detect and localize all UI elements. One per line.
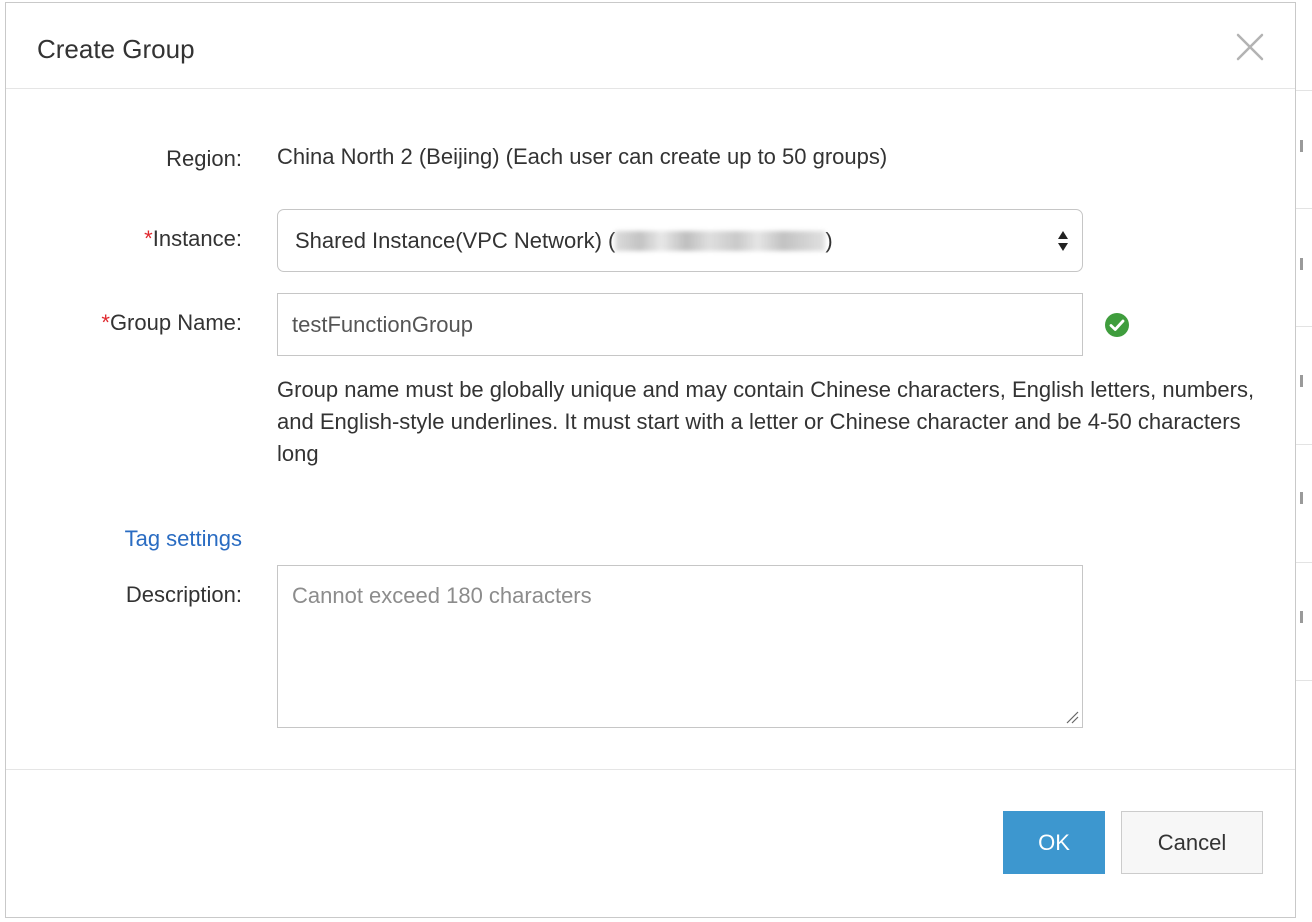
group-name-value: testFunctionGroup <box>292 312 473 337</box>
instance-label-text: Instance: <box>152 226 242 251</box>
group-name-help-text: Group name must be globally unique and m… <box>277 377 1255 466</box>
redacted-instance-id <box>615 231 826 251</box>
background-row-divider <box>1296 680 1312 681</box>
description-textarea[interactable]: Cannot exceed 180 characters <box>277 565 1083 728</box>
description-placeholder: Cannot exceed 180 characters <box>292 583 592 608</box>
instance-selected-suffix: ) <box>825 228 833 253</box>
required-mark: * <box>101 310 110 335</box>
select-arrows-icon <box>1057 229 1069 253</box>
group-name-label: *Group Name: <box>6 309 242 337</box>
region-value: China North 2 (Beijing) (Each user can c… <box>277 144 888 169</box>
instance-selected-prefix: Shared Instance(VPC Network) ( <box>295 228 616 253</box>
background-page-edge <box>1296 0 1312 922</box>
ok-button[interactable]: OK <box>1003 811 1105 874</box>
create-group-dialog: Create Group Region: China North 2 (Beij… <box>5 2 1296 918</box>
close-button[interactable] <box>1233 30 1267 64</box>
background-text-fragment <box>1300 492 1303 504</box>
background-row-divider <box>1296 90 1312 91</box>
required-mark: * <box>144 226 153 251</box>
tag-settings-link[interactable]: Tag settings <box>113 525 242 553</box>
dialog-title: Create Group <box>37 34 195 64</box>
background-row-divider <box>1296 562 1312 563</box>
background-text-fragment <box>1300 258 1303 270</box>
cancel-button[interactable]: Cancel <box>1121 811 1263 874</box>
instance-select[interactable]: Shared Instance(VPC Network) () <box>277 209 1083 272</box>
group-name-input[interactable]: testFunctionGroup <box>277 293 1083 356</box>
background-row-divider <box>1296 444 1312 445</box>
region-label: Region: <box>166 146 242 171</box>
close-icon <box>1233 30 1267 64</box>
instance-label: *Instance: <box>6 225 242 253</box>
dialog-header: Create Group <box>6 3 1295 89</box>
background-row-divider <box>1296 208 1312 209</box>
check-circle-icon <box>1104 312 1130 338</box>
background-row-divider <box>1296 326 1312 327</box>
instance-selected-value: Shared Instance(VPC Network) () <box>295 227 833 255</box>
group-name-label-text: Group Name: <box>109 310 242 335</box>
background-text-fragment <box>1300 140 1303 152</box>
background-text-fragment <box>1300 375 1303 387</box>
resize-grip-icon[interactable] <box>1065 710 1079 724</box>
footer-divider <box>6 769 1295 770</box>
description-label: Description: <box>125 582 242 607</box>
background-text-fragment <box>1300 611 1303 623</box>
